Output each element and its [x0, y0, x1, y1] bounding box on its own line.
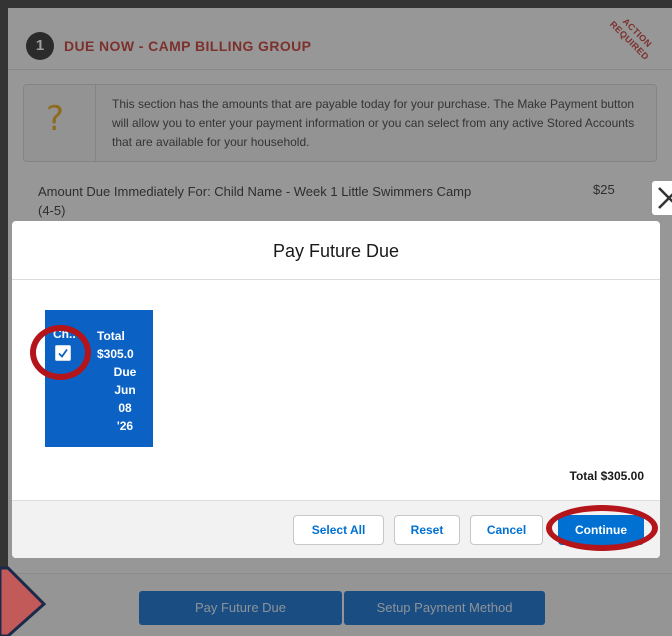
tile-due-label: Due	[113, 365, 137, 379]
tile-due-day: 08	[118, 401, 132, 415]
close-icon	[658, 187, 672, 209]
tile-due-month: Jun	[114, 383, 136, 397]
continue-highlight-circle	[546, 505, 658, 551]
modal-close-button[interactable]	[652, 181, 672, 215]
tile-total-amount: $305.0	[97, 347, 134, 361]
checkbox-highlight-circle	[30, 325, 91, 380]
modal-total: Total $305.00	[569, 469, 644, 483]
tile-total-label: Total	[97, 329, 125, 343]
pay-future-due-modal: Pay Future Due Ch... Total $305.0 Due Ju…	[12, 221, 660, 558]
select-all-button[interactable]: Select All	[293, 515, 384, 545]
pointer-arrow-icon	[0, 566, 47, 636]
modal-title: Pay Future Due	[272, 241, 400, 261]
reset-button[interactable]: Reset	[394, 515, 460, 545]
tile-due-year: '26	[116, 419, 134, 433]
tile-details: Total $305.0 Due Jun 08 '26	[97, 327, 153, 435]
modal-header: Pay Future Due	[12, 221, 660, 280]
cancel-button[interactable]: Cancel	[470, 515, 543, 545]
